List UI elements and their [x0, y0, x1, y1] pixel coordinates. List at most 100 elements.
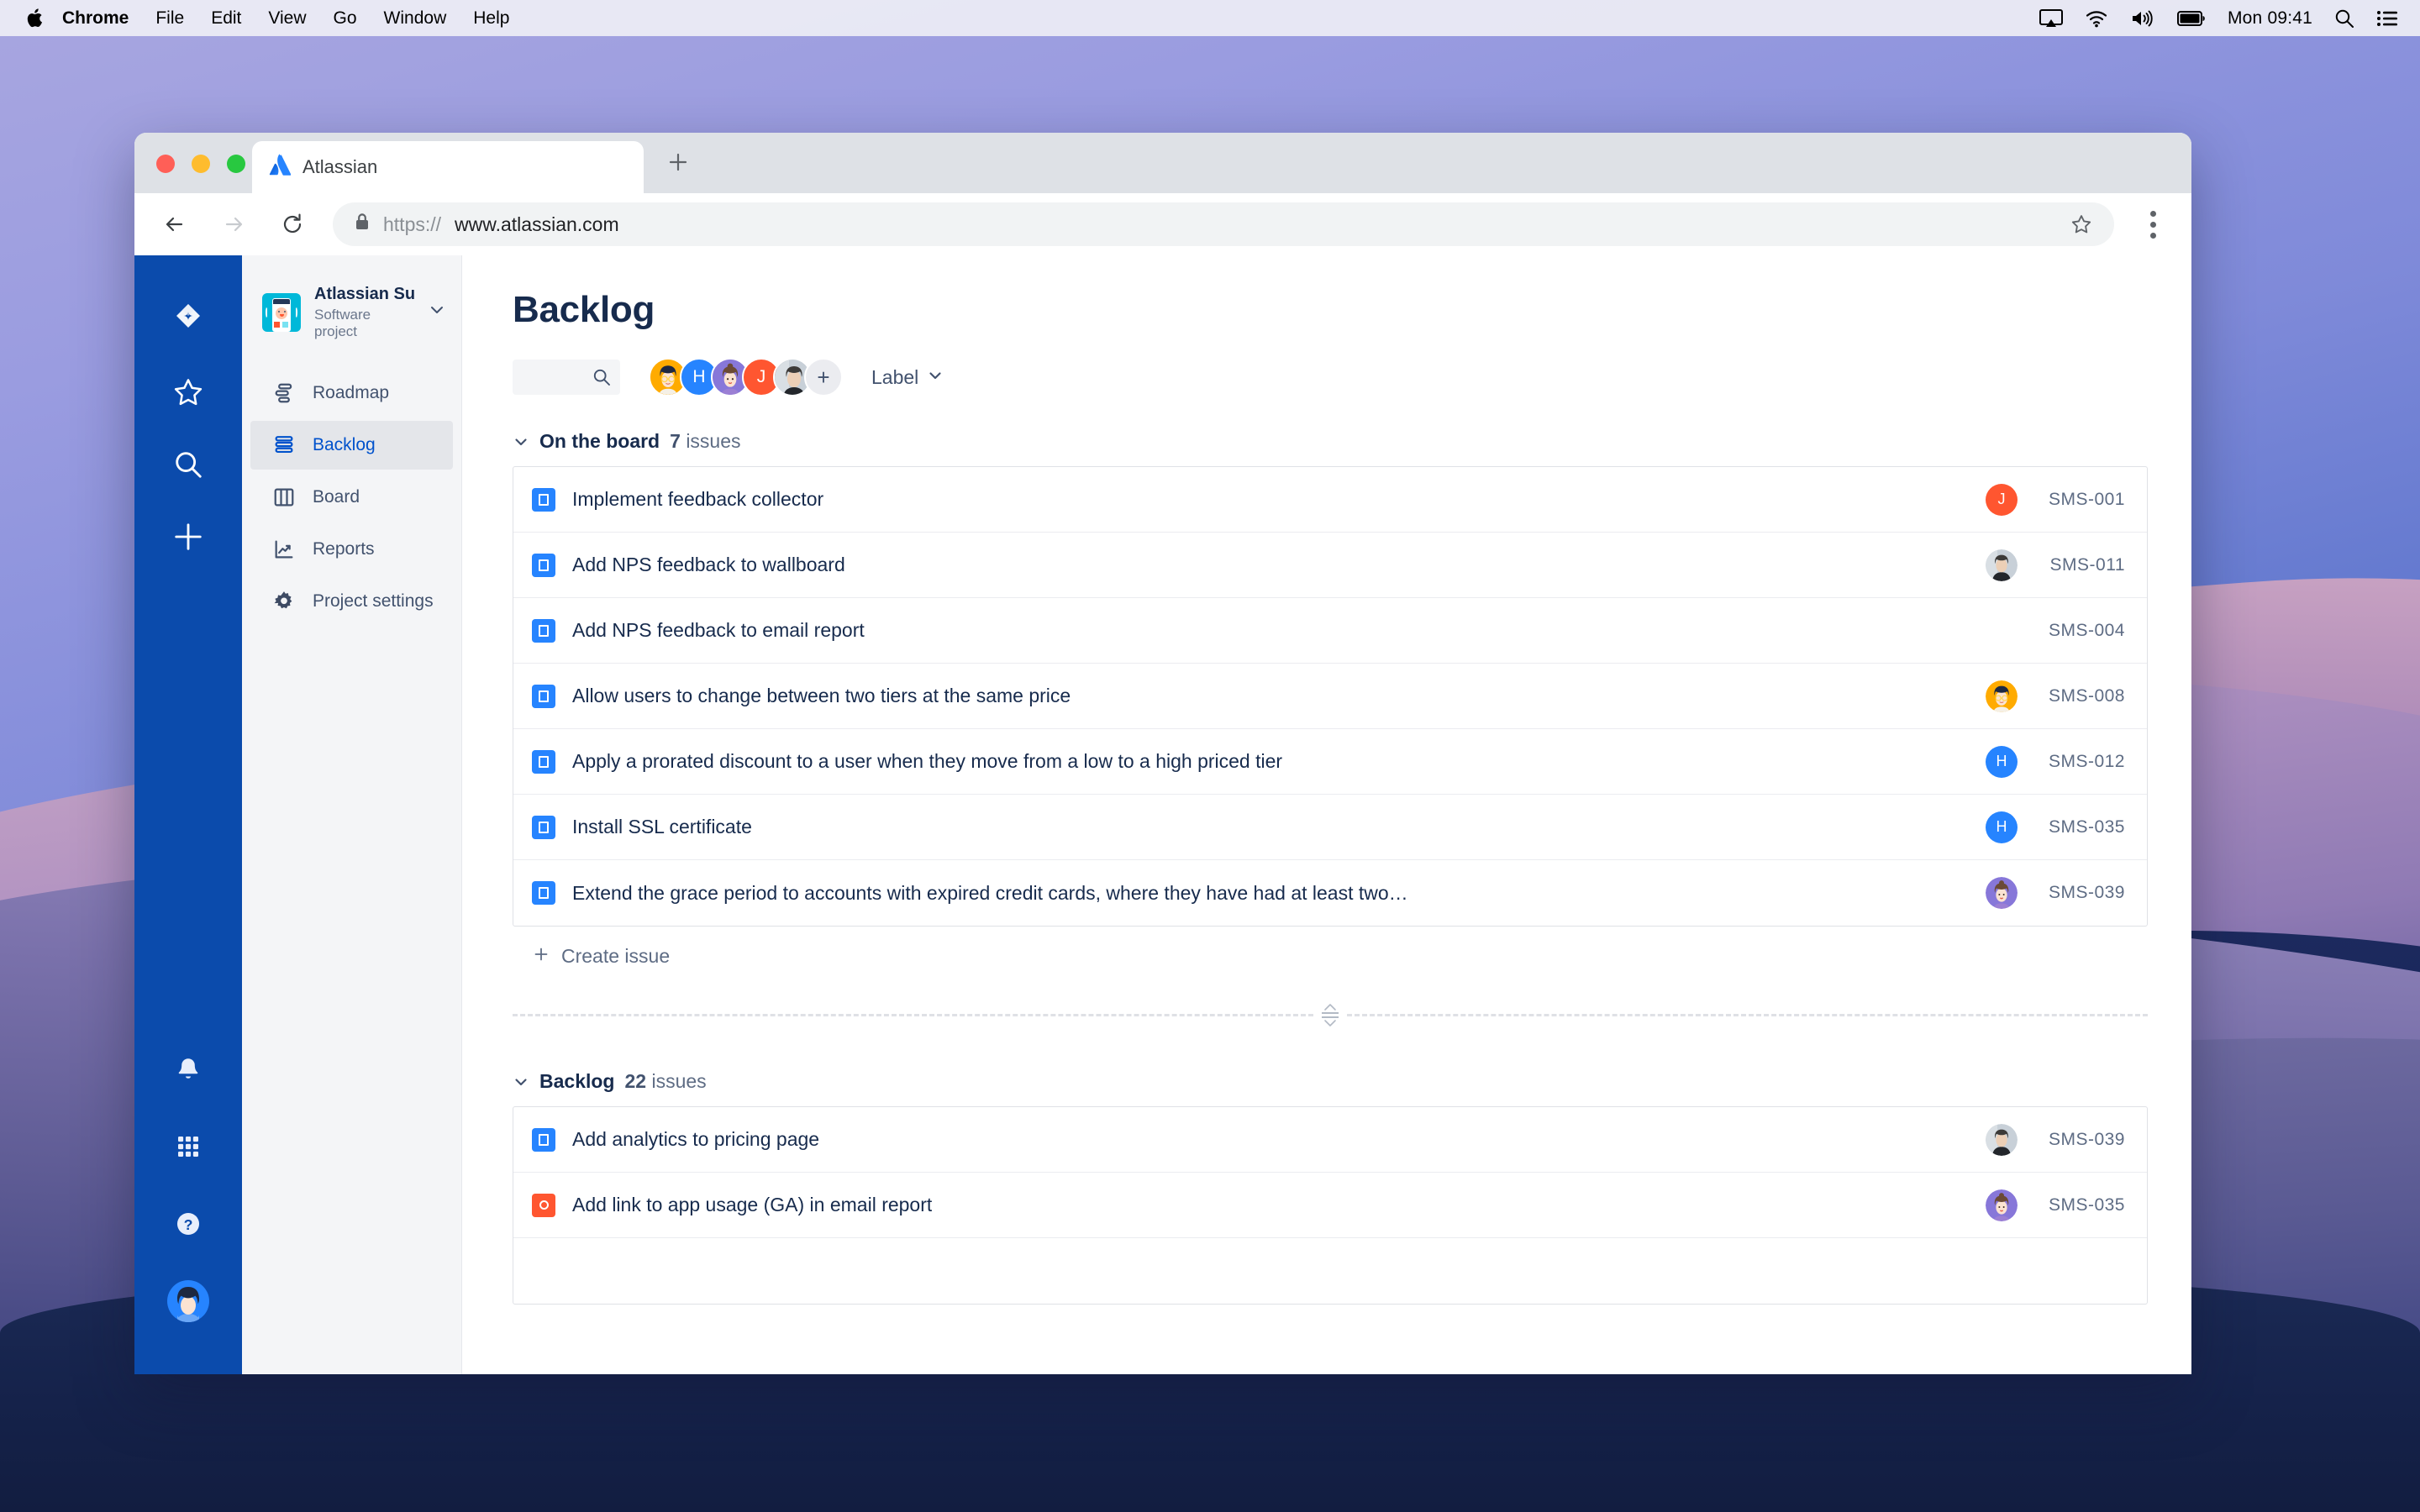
table-row[interactable]: Implement feedback collector J SMS-001: [513, 467, 2147, 533]
section-name: Backlog: [539, 1070, 615, 1092]
sidebar-item-label: Backlog: [313, 435, 376, 454]
forward-arrow-icon[interactable]: [215, 206, 252, 243]
table-row[interactable]: Add NPS feedback to email report SMS-004: [513, 598, 2147, 664]
issue-title: Add link to app usage (GA) in email repo…: [572, 1194, 933, 1215]
issue-assignee-avatar[interactable]: [1986, 1123, 2018, 1156]
three-dot-menu-icon[interactable]: [2136, 210, 2170, 239]
section-header-backlog[interactable]: Backlog 22 issues: [513, 1070, 2148, 1093]
story-type-icon: [532, 553, 555, 577]
global-nav-rail: ?: [134, 255, 242, 1374]
minimize-window-button[interactable]: [192, 155, 210, 173]
sidebar-item-reports[interactable]: Reports: [250, 525, 453, 574]
reports-icon: [271, 538, 297, 561]
table-row[interactable]: Add analytics to pricing page SMS-039: [513, 1107, 2147, 1173]
section-count-number: 22: [624, 1070, 647, 1092]
notifications-bell-icon[interactable]: [157, 1038, 219, 1100]
jira-logo-icon[interactable]: [157, 289, 219, 351]
issue-title: Implement feedback collector: [572, 488, 824, 510]
menubar-item-view[interactable]: View: [255, 9, 319, 27]
rail-bottom-group: ?: [134, 1038, 242, 1347]
project-switcher[interactable]: Atlassian Summit... Software project: [242, 284, 461, 340]
section-resize-divider[interactable]: [513, 996, 2148, 1033]
app-switcher-icon[interactable]: [157, 1116, 219, 1178]
new-tab-button[interactable]: [659, 143, 697, 181]
table-row[interactable]: Add link to app usage (GA) in email repo…: [513, 1173, 2147, 1238]
apple-logo-icon[interactable]: [20, 8, 49, 28]
sidebar-item-backlog[interactable]: Backlog: [250, 421, 453, 470]
project-avatar-icon: [262, 292, 301, 332]
search-icon[interactable]: [2334, 8, 2354, 29]
section-count: 22 issues: [624, 1070, 706, 1093]
svg-text:?: ?: [184, 1216, 193, 1233]
search-icon[interactable]: [157, 433, 219, 496]
maximize-window-button[interactable]: [227, 155, 245, 173]
sidebar-item-roadmap[interactable]: Roadmap: [250, 369, 453, 417]
chevron-down-icon[interactable]: [513, 1074, 529, 1090]
gear-icon: [271, 590, 297, 613]
airplay-icon[interactable]: [2039, 8, 2063, 28]
section-name: On the board: [539, 430, 660, 452]
plus-icon[interactable]: [157, 506, 219, 568]
menubar-item-window[interactable]: Window: [371, 9, 460, 27]
table-row[interactable]: Install SSL certificate H SMS-035: [513, 795, 2147, 860]
browser-tab-atlassian[interactable]: Atlassian: [252, 141, 644, 193]
reload-icon[interactable]: [274, 206, 311, 243]
close-window-button[interactable]: [156, 155, 175, 173]
sidebar-item-project-settings[interactable]: Project settings: [250, 577, 453, 626]
issue-assignee-avatar[interactable]: H: [1986, 745, 2018, 778]
menubar-item-go[interactable]: Go: [320, 9, 371, 27]
resize-handle-icon[interactable]: [1313, 1003, 1347, 1027]
star-outline-icon[interactable]: [2070, 213, 2092, 235]
roadmap-icon: [271, 381, 297, 405]
help-icon[interactable]: ?: [157, 1193, 219, 1255]
search-input-wrapper: [513, 360, 620, 395]
issue-assignee-avatar[interactable]: [1986, 877, 2018, 909]
menubar-item-chrome[interactable]: Chrome: [49, 9, 142, 27]
star-icon[interactable]: [157, 361, 219, 423]
control-center-icon[interactable]: [2376, 10, 2398, 27]
issue-key: SMS-004: [2048, 620, 2125, 640]
menubar-item-file[interactable]: File: [142, 9, 197, 27]
avatar-initial: H: [692, 367, 706, 386]
menubar-item-edit[interactable]: Edit: [197, 9, 255, 27]
chevron-down-icon[interactable]: [428, 301, 446, 323]
label-filter-dropdown[interactable]: Label: [871, 366, 944, 389]
section-header-on-the-board[interactable]: On the board 7 issues: [513, 430, 2148, 453]
project-type: Software project: [314, 307, 371, 339]
battery-icon[interactable]: [2176, 10, 2206, 27]
table-row[interactable]: Extend the grace period to accounts with…: [513, 860, 2147, 926]
sidebar-item-label: Project settings: [313, 591, 434, 611]
issue-title: Extend the grace period to accounts with…: [572, 881, 1408, 904]
issue-assignee-avatar[interactable]: [1986, 680, 2018, 712]
table-row[interactable]: Add NPS feedback to wallboard SMS-011: [513, 533, 2147, 598]
chevron-down-icon[interactable]: [513, 433, 529, 450]
wifi-icon[interactable]: [2085, 9, 2108, 28]
issue-assignee-avatar[interactable]: [1986, 549, 2018, 581]
page-title: Backlog: [513, 289, 655, 330]
section-count: 7 issues: [670, 430, 740, 453]
omnibox-scheme: https://: [383, 213, 442, 235]
window-controls: [156, 155, 245, 173]
omnibox[interactable]: https:// www.atlassian.com: [333, 202, 2114, 246]
table-row[interactable]: Allow users to change between two tiers …: [513, 664, 2147, 729]
jira-app: ? Atlassian Su Software project Roadmap …: [134, 255, 2191, 1374]
issue-title: Add analytics to pricing page: [572, 1128, 820, 1150]
issue-assignee-avatar[interactable]: [1986, 1189, 2018, 1221]
atlassian-logo-icon: [269, 154, 292, 181]
table-row[interactable]: [513, 1238, 2147, 1304]
create-issue-button[interactable]: Create issue: [513, 927, 2148, 971]
profile-avatar-icon[interactable]: [157, 1270, 219, 1332]
story-type-icon: [532, 618, 555, 643]
story-type-icon: [532, 684, 555, 708]
sidebar-item-label: Board: [313, 487, 360, 507]
back-arrow-icon[interactable]: [156, 206, 193, 243]
menubar-item-help[interactable]: Help: [460, 9, 523, 27]
sidebar-item-board[interactable]: Board: [250, 473, 453, 522]
issue-assignee-avatar[interactable]: J: [1986, 483, 2018, 516]
issue-title: Apply a prorated discount to a user when…: [572, 750, 1283, 772]
project-sidebar: Atlassian Summit... Software project Roa…: [242, 255, 462, 1374]
table-row[interactable]: Apply a prorated discount to a user when…: [513, 729, 2147, 795]
issue-assignee-avatar[interactable]: H: [1986, 811, 2018, 843]
add-member-button[interactable]: +: [804, 358, 843, 396]
volume-icon[interactable]: [2130, 9, 2155, 28]
